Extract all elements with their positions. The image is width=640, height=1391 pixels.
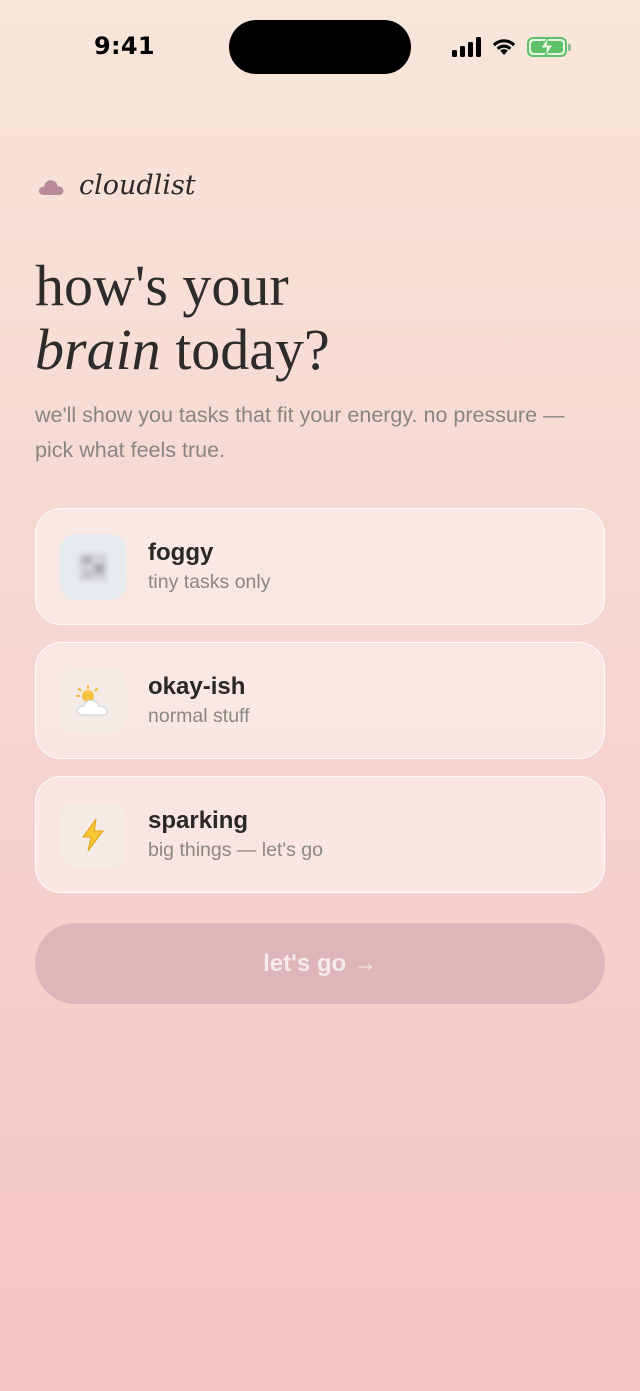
- energy-options: foggy tiny tasks only okay-ish normal st…: [35, 508, 605, 910]
- status-icons: [452, 34, 571, 60]
- option-foggy[interactable]: foggy tiny tasks only: [35, 508, 605, 625]
- option-okay-ish[interactable]: okay-ish normal stuff: [35, 642, 605, 759]
- cloud-icon: [38, 179, 64, 195]
- option-sparking[interactable]: sparking big things — let's go: [35, 776, 605, 893]
- page-subtitle: we'll show you tasks that fit your energ…: [35, 403, 565, 462]
- option-title: sparking: [148, 807, 249, 834]
- dynamic-island: [229, 20, 411, 74]
- fog-icon: [60, 533, 126, 600]
- option-text: okay-ish normal stuff: [148, 673, 250, 728]
- lets-go-button[interactable]: let's go →: [35, 923, 605, 1004]
- title-line-2: today?: [160, 317, 330, 382]
- title-emphasis: brain: [35, 317, 161, 382]
- sun-behind-cloud-icon: [60, 667, 126, 734]
- title-line-1: how's your: [35, 253, 289, 318]
- option-text: foggy tiny tasks only: [148, 539, 270, 594]
- battery-charging-icon: [527, 37, 571, 57]
- status-time: 9:41: [94, 32, 155, 60]
- lightning-icon: [60, 801, 126, 868]
- signal-icon: [452, 37, 481, 57]
- wifi-icon: [492, 39, 516, 55]
- option-text: sparking big things — let's go: [148, 807, 323, 862]
- brand: cloudlist: [37, 170, 196, 201]
- status-bar: 9:41: [0, 0, 640, 95]
- option-description: normal stuff: [148, 705, 250, 727]
- brand-name: cloudlist: [79, 170, 196, 201]
- option-title: foggy: [148, 539, 214, 566]
- option-description: tiny tasks only: [148, 571, 271, 593]
- option-description: big things — let's go: [148, 839, 323, 861]
- page-title: how's your brain today?: [35, 254, 595, 382]
- option-title: okay-ish: [148, 673, 246, 700]
